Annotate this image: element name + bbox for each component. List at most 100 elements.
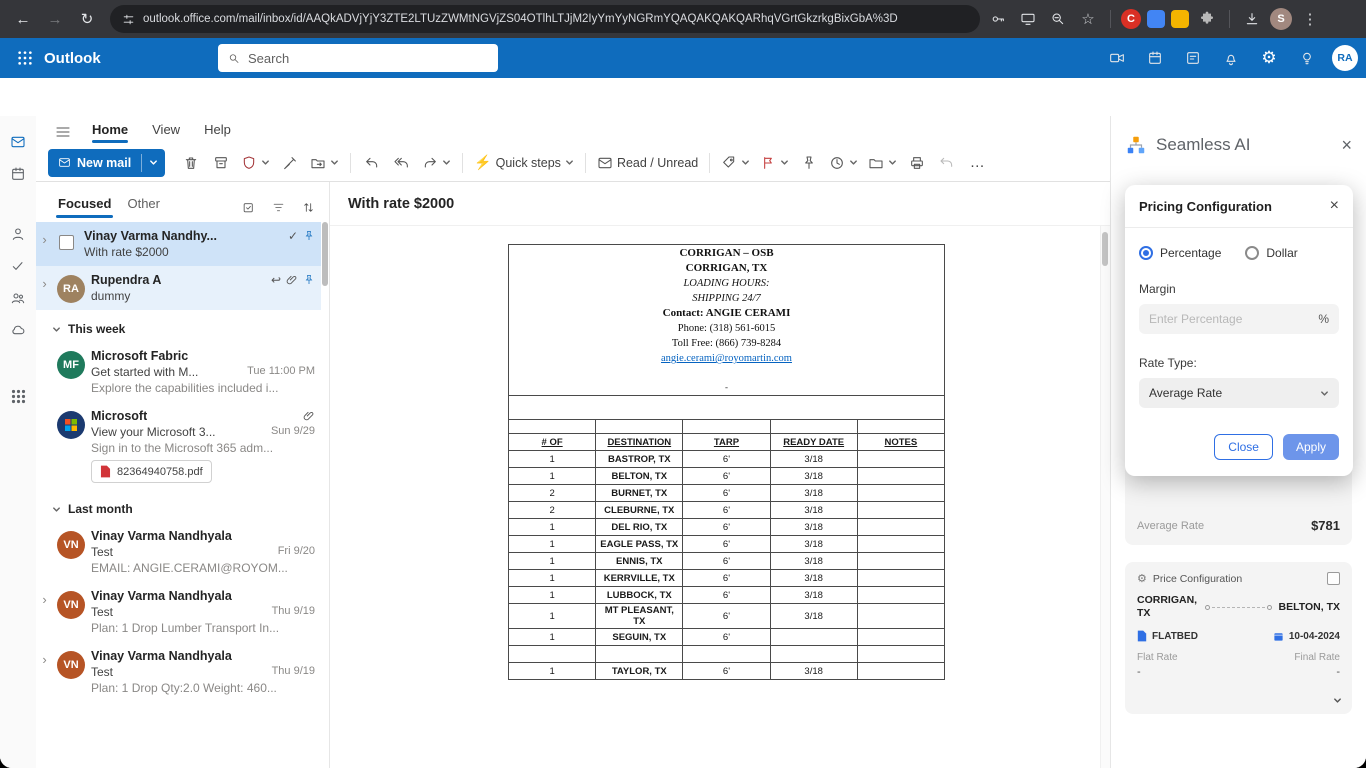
tab-view[interactable]: View — [142, 118, 190, 144]
quick-steps-dropdown[interactable]: ⚡ Quick steps — [470, 149, 578, 177]
select-messages-icon[interactable] — [235, 194, 261, 220]
flat-rate-label: Flat Rate — [1137, 652, 1178, 663]
doc-hours-label: LOADING HOURS: — [683, 278, 770, 289]
mail-module-icon[interactable] — [0, 126, 36, 158]
forward-button[interactable] — [418, 149, 455, 177]
message-checkbox[interactable] — [59, 235, 74, 250]
sweep-button[interactable] — [276, 149, 304, 177]
bookmark-star-icon[interactable]: ☆ — [1076, 7, 1100, 31]
message-sender: Vinay Varma Nandhyala — [91, 529, 232, 543]
radio-dollar[interactable]: Dollar — [1245, 246, 1298, 260]
expand-chevron-icon[interactable]: › — [38, 649, 51, 667]
categorize-dropdown[interactable] — [717, 149, 754, 177]
tips-bulb-icon[interactable] — [1290, 41, 1324, 75]
browser-menu-icon[interactable]: ⋮ — [1298, 7, 1322, 31]
extension-yellow-icon[interactable] — [1171, 10, 1189, 28]
sort-icon[interactable] — [295, 194, 321, 220]
calendar-module-icon[interactable] — [0, 158, 36, 190]
video-call-icon[interactable] — [1100, 41, 1134, 75]
panel-close-icon[interactable]: × — [1341, 135, 1352, 156]
my-day-calendar-icon[interactable] — [1138, 41, 1172, 75]
flag-dropdown[interactable] — [756, 149, 793, 177]
password-key-icon[interactable] — [986, 7, 1010, 31]
reply-button[interactable] — [358, 149, 386, 177]
address-bar[interactable]: outlook.office.com/mail/inbox/id/AAQkADV… — [110, 5, 980, 33]
send-to-device-icon[interactable] — [1016, 7, 1040, 31]
radio-dollar-dot[interactable] — [1245, 246, 1260, 260]
app-launcher-icon[interactable] — [8, 41, 42, 75]
message-row-selected[interactable]: › Vinay Varma Nandhy... ✓ With rate $200… — [36, 222, 321, 266]
message-row[interactable]: › RA Rupendra A ↩ dummy — [36, 266, 321, 310]
extension-blue-icon[interactable] — [1147, 10, 1165, 28]
extensions-puzzle-icon[interactable] — [1195, 7, 1219, 31]
pin-button[interactable] — [795, 149, 823, 177]
mark-read-check-icon[interactable]: ✓ — [288, 229, 298, 243]
expand-chevron-icon[interactable]: › — [38, 273, 51, 291]
section-header-last-month[interactable]: Last month — [36, 490, 321, 522]
more-options-button[interactable]: … — [963, 149, 991, 177]
radio-percentage-dot[interactable] — [1139, 246, 1153, 260]
tab-help[interactable]: Help — [194, 118, 241, 144]
radio-percentage[interactable]: Percentage — [1139, 246, 1221, 260]
message-row[interactable]: › VN Vinay Varma Nandhyala Test Thu 9/19… — [36, 642, 321, 702]
read-unread-button[interactable]: Read / Unread — [593, 149, 702, 177]
zoom-out-icon[interactable] — [1046, 7, 1070, 31]
search-input[interactable] — [248, 50, 488, 66]
more-apps-icon[interactable] — [0, 380, 36, 412]
expand-card-chevron-icon[interactable] — [1333, 692, 1342, 710]
todo-module-icon[interactable] — [0, 250, 36, 282]
search-box[interactable] — [218, 44, 498, 72]
expand-chevron-icon[interactable]: › — [38, 229, 51, 247]
message-list-scrollbar[interactable] — [321, 222, 329, 768]
snooze-dropdown[interactable] — [825, 149, 862, 177]
pinned-icon[interactable] — [303, 274, 315, 286]
tab-home[interactable]: Home — [82, 118, 138, 144]
browser-profile-avatar[interactable]: S — [1270, 8, 1292, 30]
feedback-note-icon[interactable] — [1176, 41, 1210, 75]
modal-close-icon[interactable]: × — [1330, 197, 1339, 215]
reply-all-button[interactable] — [388, 149, 416, 177]
expand-chevron-icon[interactable]: › — [38, 589, 51, 607]
report-button[interactable] — [237, 149, 274, 177]
doc-email-link[interactable]: angie.cerami@royomartin.com — [661, 353, 792, 364]
print-button[interactable] — [903, 149, 931, 177]
message-row[interactable]: Microsoft View your Microsoft 3... Sun 9… — [36, 402, 321, 490]
message-row[interactable]: VN Vinay Varma Nandhyala Test Fri 9/20 E… — [36, 522, 321, 582]
groups-module-icon[interactable] — [0, 282, 36, 314]
apply-button[interactable]: Apply — [1282, 434, 1339, 460]
reading-pane-scrollbar[interactable] — [1100, 226, 1110, 768]
filter-icon[interactable] — [265, 194, 291, 220]
message-row[interactable]: MF Microsoft Fabric Get started with M..… — [36, 342, 321, 402]
extension-c-icon[interactable]: C — [1121, 9, 1141, 29]
move-to-button[interactable] — [306, 149, 343, 177]
section-header-this-week[interactable]: This week — [36, 310, 321, 342]
people-module-icon[interactable] — [0, 218, 36, 250]
browser-back-button[interactable]: ← — [10, 6, 36, 32]
notifications-bell-icon[interactable] — [1214, 41, 1248, 75]
pinned-icon[interactable] — [303, 230, 315, 242]
message-row[interactable]: › VN Vinay Varma Nandhyala Test Thu 9/19… — [36, 582, 321, 642]
close-button[interactable]: Close — [1214, 434, 1273, 460]
settings-gear-icon[interactable]: ⚙ — [1252, 41, 1286, 75]
archive-button[interactable] — [207, 149, 235, 177]
margin-input[interactable] — [1149, 312, 1319, 326]
message-subject: dummy — [91, 289, 131, 303]
price-config-checkbox[interactable] — [1327, 572, 1340, 585]
browser-reload-button[interactable]: ↻ — [74, 6, 100, 32]
rate-type-select[interactable]: Average Rate — [1139, 378, 1339, 408]
rules-dropdown[interactable] — [864, 149, 901, 177]
browser-forward-button[interactable]: → — [42, 6, 68, 32]
new-mail-button[interactable]: New mail — [48, 148, 166, 177]
attachment-chip[interactable]: 82364940758.pdf — [91, 460, 212, 483]
nav-hamburger-icon[interactable] — [48, 120, 78, 144]
doc-table-row: 1 SEGUIN, TX 6' — [507, 628, 946, 646]
new-mail-dropdown-icon[interactable] — [142, 158, 165, 167]
downloads-icon[interactable] — [1240, 7, 1264, 31]
app-body: Home View Help New mail ⚡ Quick steps Re… — [0, 116, 1366, 768]
account-avatar[interactable]: RA — [1332, 45, 1358, 71]
tab-focused[interactable]: Focused — [50, 190, 119, 220]
undo-button[interactable] — [933, 149, 961, 177]
onedrive-module-icon[interactable] — [0, 314, 36, 346]
delete-button[interactable] — [177, 149, 205, 177]
tab-other[interactable]: Other — [119, 190, 168, 220]
